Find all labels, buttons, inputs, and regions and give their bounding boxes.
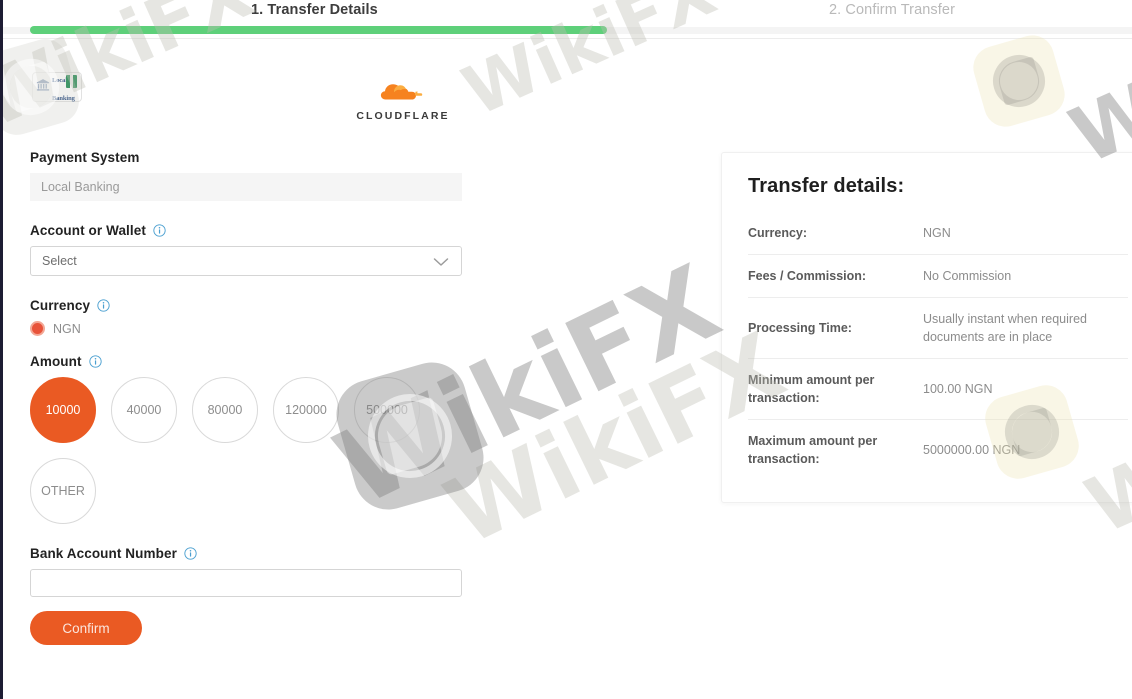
details-value: Usually instant when required documents … <box>923 297 1128 359</box>
amount-label: Amount <box>30 354 462 369</box>
cloudflare-logo: CLOUDFLARE <box>353 78 453 122</box>
transfer-form: Payment System Local Banking Account or … <box>30 150 462 645</box>
details-table: Currency: NGN Fees / Commission: No Comm… <box>748 212 1128 480</box>
table-row: Minimum amount per transaction: 100.00 N… <box>748 358 1128 420</box>
amount-chip-other[interactable]: OTHER <box>30 458 96 524</box>
amount-chip[interactable]: 40000 <box>111 377 177 443</box>
transfer-details-page: 1. Transfer Details 2. Confirm Transfer … <box>0 0 1132 699</box>
account-or-wallet-select[interactable]: Select <box>30 246 462 276</box>
account-or-wallet-value: Select <box>42 254 77 268</box>
info-icon[interactable] <box>153 224 166 237</box>
details-key: Maximum amount per transaction: <box>748 419 923 480</box>
watermark-logo-icon <box>968 30 1070 132</box>
details-key: Currency: <box>748 226 808 240</box>
payment-system-label: Payment System <box>30 150 462 165</box>
amount-label-text: Amount <box>30 354 82 369</box>
details-value: 5000000.00 NGN <box>923 419 1128 480</box>
currency-label: Currency <box>30 298 462 313</box>
bank-account-number-label: Bank Account Number <box>30 546 462 561</box>
chevron-down-icon <box>433 256 449 266</box>
account-or-wallet-label-text: Account or Wallet <box>30 223 146 238</box>
payment-system-value: Local Banking <box>41 180 120 194</box>
info-icon[interactable] <box>97 299 110 312</box>
info-icon[interactable] <box>184 547 197 560</box>
transfer-details-card: Transfer details: Currency: NGN Fees / C… <box>721 152 1132 503</box>
amount-chip[interactable]: 80000 <box>192 377 258 443</box>
step-confirm-transfer[interactable]: 2. Confirm Transfer <box>829 0 955 20</box>
step-transfer-details[interactable]: 1. Transfer Details <box>251 0 378 20</box>
table-row: Fees / Commission: No Commission <box>748 254 1128 298</box>
header-divider <box>0 38 1132 39</box>
details-value: NGN <box>923 226 951 240</box>
bank-icon <box>36 78 50 97</box>
account-or-wallet-label: Account or Wallet <box>30 223 462 238</box>
bank-account-number-label-text: Bank Account Number <box>30 546 177 561</box>
confirm-button[interactable]: Confirm <box>30 611 142 645</box>
currency-radio-ngn[interactable]: NGN <box>30 321 462 336</box>
details-key: Minimum amount per transaction: <box>748 358 923 420</box>
payment-system-label-text: Payment System <box>30 150 140 165</box>
currency-radio-label: NGN <box>53 321 81 336</box>
table-row: Processing Time: Usually instant when re… <box>748 297 1128 359</box>
transfer-stepper: 1. Transfer Details 2. Confirm Transfer <box>0 0 1132 40</box>
local-banking-badge: Local Banking <box>32 72 82 102</box>
app-edge-strip <box>0 0 3 699</box>
cloudflare-cloud-icon <box>372 84 434 108</box>
info-icon[interactable] <box>88 355 102 368</box>
currency-label-text: Currency <box>30 298 91 313</box>
amount-chip[interactable]: 120000 <box>273 377 339 443</box>
table-row: Currency: NGN <box>748 212 1128 255</box>
amount-chip-group: 10000 40000 80000 120000 500000 OTHER <box>30 377 462 524</box>
details-value: 100.00 NGN <box>923 358 1128 420</box>
table-row: Maximum amount per transaction: 5000000.… <box>748 419 1128 480</box>
amount-chip[interactable]: 10000 <box>30 377 96 443</box>
bank-account-number-input[interactable] <box>30 569 462 597</box>
details-key: Processing Time: <box>748 297 923 359</box>
payment-system-field: Local Banking <box>30 173 462 201</box>
amount-chip[interactable]: 500000 <box>354 377 420 443</box>
nigeria-flag-icon <box>66 75 77 88</box>
progress-fill <box>30 26 607 34</box>
details-value: No Commission <box>923 254 1128 298</box>
radio-selected-icon <box>30 321 45 336</box>
cloudflare-wordmark: CLOUDFLARE <box>356 110 450 122</box>
details-title: Transfer details: <box>748 175 905 197</box>
details-key: Fees / Commission: <box>748 254 923 298</box>
